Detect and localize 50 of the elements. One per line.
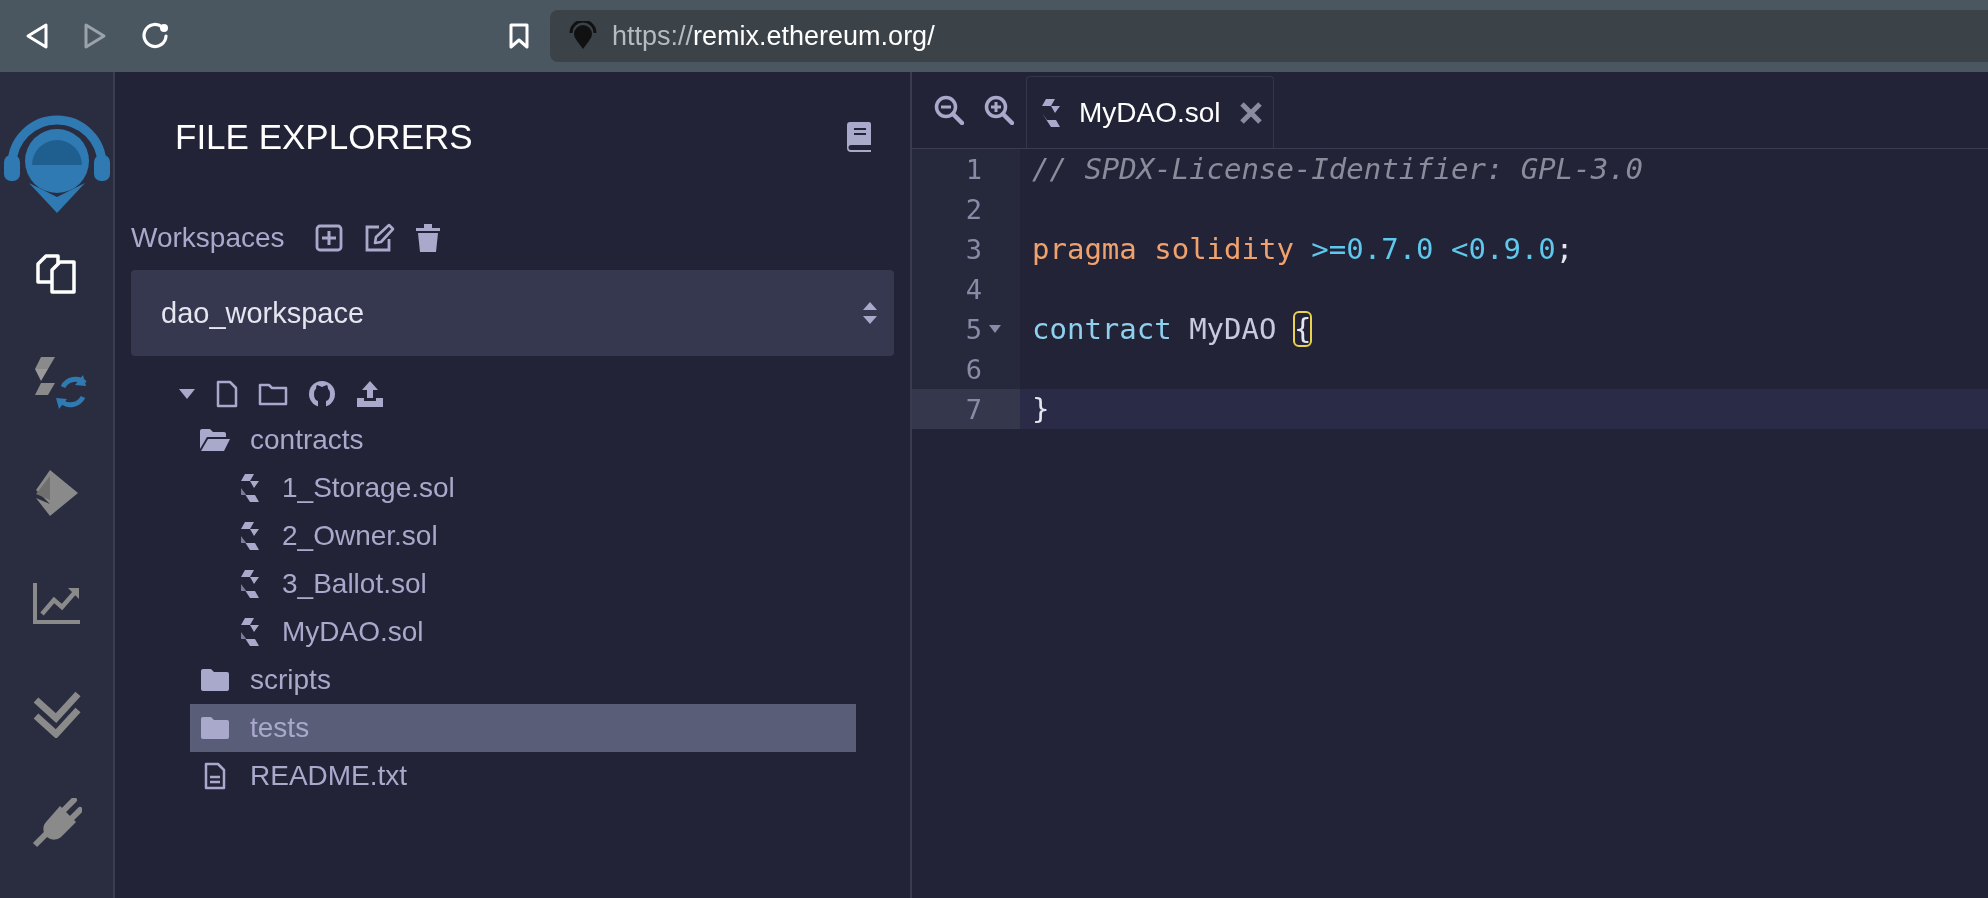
solidity-file-icon — [240, 569, 260, 599]
line-number: 6 — [965, 353, 982, 385]
line-number: 3 — [965, 233, 982, 265]
bookmark-icon[interactable] — [508, 22, 530, 50]
close-icon[interactable] — [1238, 100, 1263, 125]
editor-tab[interactable]: MyDAO.sol — [1026, 76, 1274, 148]
zoom-out-icon[interactable] — [934, 95, 964, 125]
reload-icon[interactable] — [140, 21, 170, 51]
line-number: 5 — [965, 313, 982, 345]
url-text[interactable]: https://remix.ethereum.org/ — [612, 20, 935, 52]
address-bar[interactable]: https://remix.ethereum.org/ — [550, 10, 1988, 62]
solidity-file-icon — [240, 473, 260, 503]
back-icon[interactable] — [24, 22, 50, 50]
workspaces-label: Workspaces — [131, 222, 285, 254]
add-icon[interactable] — [314, 224, 343, 252]
workspace-select[interactable]: dao_workspace — [131, 270, 894, 356]
tree-item[interactable]: README.txt — [190, 752, 856, 800]
line-number: 2 — [965, 193, 982, 225]
solidity-file-icon — [240, 617, 260, 647]
upload-icon[interactable] — [356, 380, 384, 408]
solidity-file-icon — [240, 521, 260, 551]
tree-item[interactable]: 1_Storage.sol — [190, 464, 856, 512]
forward-icon[interactable] — [82, 22, 108, 50]
text-file-icon — [204, 762, 226, 790]
zoom-in-icon[interactable] — [984, 95, 1014, 125]
code-line: pragma solidity >=0.7.0 <0.9.0; — [1032, 232, 1574, 266]
sort-caret-icon — [862, 300, 878, 326]
line-number: 7 — [965, 393, 982, 425]
tree-item[interactable]: 3_Ballot.sol — [190, 560, 856, 608]
line-number: 1 — [965, 153, 982, 185]
line-chart-icon[interactable] — [31, 580, 82, 626]
code-line: // SPDX-License-Identifier: GPL-3.0 — [1032, 152, 1644, 186]
code-line: } — [1032, 392, 1050, 426]
panel-title: FILE EXPLORERS — [175, 117, 473, 157]
github-icon[interactable] — [308, 380, 336, 408]
site-logo-icon — [568, 21, 598, 51]
tree-item[interactable]: 2_Owner.sol — [190, 512, 856, 560]
trash-icon[interactable] — [414, 223, 441, 253]
collapse-caret-icon[interactable] — [178, 388, 196, 400]
new-folder-icon[interactable] — [258, 382, 288, 406]
line-number: 4 — [965, 273, 982, 305]
new-file-icon[interactable] — [216, 380, 238, 408]
plug-icon[interactable] — [31, 798, 82, 848]
code-line: contract MyDAO { — [1032, 312, 1312, 346]
tree-item[interactable]: contracts — [190, 416, 856, 464]
tree-item[interactable]: MyDAO.sol — [190, 608, 856, 656]
book-icon[interactable] — [846, 121, 872, 153]
fold-caret-icon[interactable] — [988, 324, 1002, 334]
solidity-file-icon — [1041, 97, 1061, 128]
tree-item[interactable]: scripts — [190, 656, 856, 704]
